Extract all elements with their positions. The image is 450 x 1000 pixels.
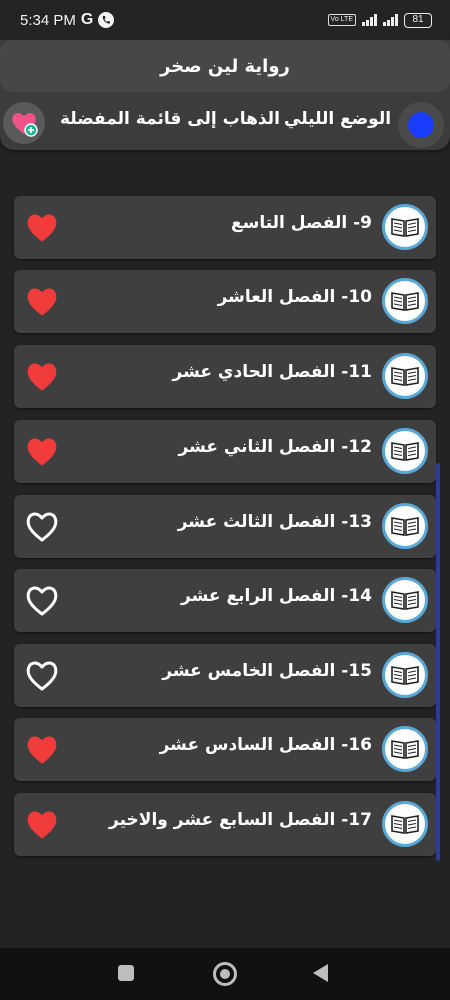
heart-icon[interactable] — [24, 284, 60, 318]
heart-icon[interactable] — [24, 359, 60, 393]
chapter-item[interactable]: 14- الفصل الرابع عشر — [14, 569, 436, 632]
go-to-favorites-link[interactable]: الذهاب إلى قائمة المفضلة — [60, 109, 280, 129]
heart-icon[interactable] — [24, 210, 60, 244]
open-book-icon — [382, 652, 428, 698]
chapter-title: 16- الفصل السادس عشر — [159, 735, 372, 755]
open-book-icon — [382, 428, 428, 474]
chapter-title: 14- الفصل الرابع عشر — [181, 586, 372, 606]
carrier-letter: G — [80, 11, 94, 28]
chapter-item[interactable]: 11- الفصل الحادي عشر — [14, 345, 436, 408]
chapter-title: 11- الفصل الحادي عشر — [172, 362, 373, 382]
chapter-title: 15- الفصل الخامس عشر — [162, 661, 372, 681]
chapter-item[interactable]: 16- الفصل السادس عشر — [14, 718, 436, 781]
heart-icon[interactable] — [24, 434, 60, 468]
chapter-item[interactable]: 13- الفصل الثالث عشر — [14, 495, 436, 558]
chapter-title: 13- الفصل الثالث عشر — [177, 512, 372, 532]
home-button[interactable] — [213, 962, 237, 986]
chapter-item[interactable]: 15- الفصل الخامس عشر — [14, 644, 436, 707]
signal-icon — [362, 14, 377, 26]
back-button[interactable] — [313, 964, 328, 982]
page-title: رواية لين صخر — [0, 40, 450, 92]
scrollbar[interactable] — [436, 463, 440, 861]
phone-call-icon — [98, 12, 115, 28]
night-mode-toggle[interactable] — [398, 102, 444, 148]
volte-badge: Vo LTE — [327, 14, 356, 26]
favorites-button[interactable] — [3, 102, 45, 144]
heart-icon[interactable] — [24, 509, 60, 543]
recents-button[interactable] — [118, 965, 134, 981]
status-time: 5:34 PM — [20, 11, 76, 29]
heart-icon[interactable] — [24, 732, 60, 766]
status-left: 5:34 PM G — [20, 11, 115, 29]
header-actions: الذهاب إلى قائمة المفضلة الوضع الليلي — [0, 96, 450, 150]
chapter-title: 9- الفصل التاسع — [231, 213, 372, 233]
open-book-icon — [382, 278, 428, 324]
battery-indicator: 81 — [404, 12, 432, 28]
open-book-icon — [382, 353, 428, 399]
heart-icon[interactable] — [24, 807, 60, 841]
chapter-list[interactable]: 8- الفصل الثامن9- الفصل التاسع10- الفصل … — [0, 118, 450, 868]
open-book-icon — [382, 801, 428, 847]
chapter-title: 12- الفصل الثاني عشر — [178, 437, 372, 457]
toggle-dot — [408, 112, 434, 138]
signal-icon-2 — [383, 14, 398, 26]
chapter-title: 10- الفصل العاشر — [217, 287, 372, 307]
system-nav-bar — [0, 948, 450, 1000]
status-bar: 5:34 PM G Vo LTE 81 — [0, 0, 450, 40]
heart-plus-icon — [12, 113, 38, 137]
chapter-item[interactable]: 12- الفصل الثاني عشر — [14, 420, 436, 483]
open-book-icon — [382, 726, 428, 772]
open-book-icon — [382, 577, 428, 623]
chapter-item[interactable]: 17- الفصل السابع عشر والاخير — [14, 793, 436, 856]
status-right: Vo LTE 81 — [327, 12, 432, 28]
night-mode-label: الوضع الليلي — [284, 109, 392, 129]
chapter-title: 17- الفصل السابع عشر والاخير — [109, 810, 372, 830]
open-book-icon — [382, 503, 428, 549]
heart-icon[interactable] — [24, 583, 60, 617]
chapter-item[interactable]: 10- الفصل العاشر — [14, 270, 436, 333]
heart-icon[interactable] — [24, 658, 60, 692]
open-book-icon — [382, 204, 428, 250]
chapter-item[interactable]: 9- الفصل التاسع — [14, 196, 436, 259]
